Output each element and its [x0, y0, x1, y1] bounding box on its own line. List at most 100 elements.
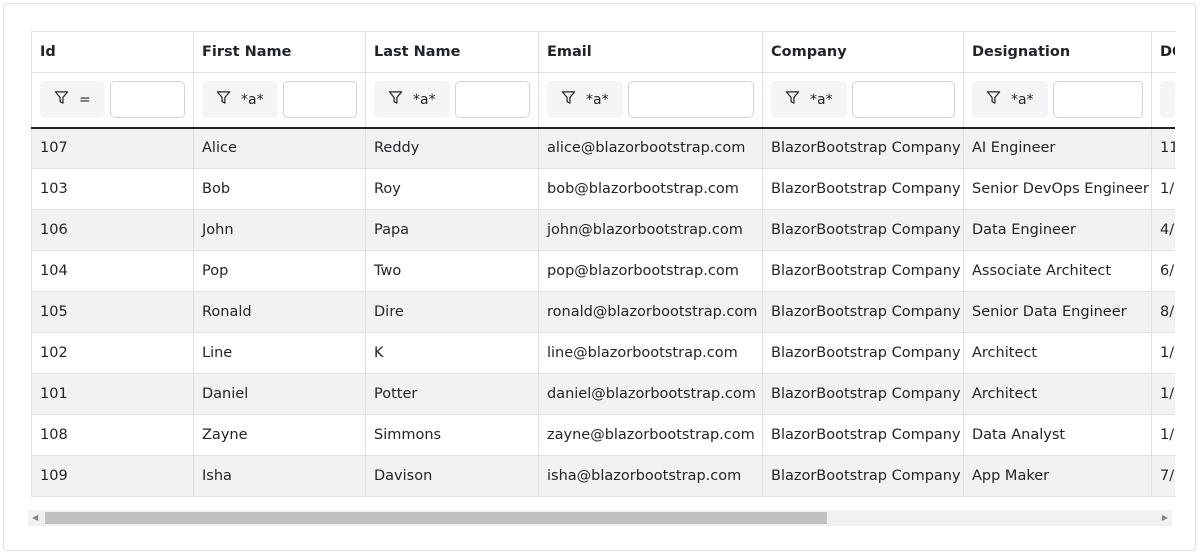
filter-cell	[1151, 72, 1175, 129]
table-cell: 108	[31, 414, 194, 456]
filter-cell: *a*	[963, 72, 1152, 129]
table-cell: AI Engineer	[963, 127, 1152, 169]
filter-operator-button[interactable]	[1160, 81, 1175, 119]
filter-operator-label: =	[79, 91, 91, 108]
filter-input[interactable]	[851, 81, 955, 119]
table-cell: BlazorBootstrap Company	[762, 209, 964, 251]
table-cell: Pop	[193, 250, 366, 292]
grid-card: Id First Name Last Name Email Company Designa…	[3, 3, 1196, 551]
column-header[interactable]: Last Name	[365, 31, 539, 73]
table-cell: Dire	[365, 291, 539, 333]
filter-cell: =	[31, 72, 194, 129]
table-cell: john@blazorbootstrap.com	[538, 209, 763, 251]
table-cell: Alice	[193, 127, 366, 169]
table-cell: Associate Architect	[963, 250, 1152, 292]
table-cell: 6/	[1151, 250, 1175, 292]
table-cell: Bob	[193, 168, 366, 210]
table-cell: Simmons	[365, 414, 539, 456]
filter-operator-label: *a*	[241, 91, 264, 108]
column-header[interactable]: Email	[538, 31, 763, 73]
table-cell: 102	[31, 332, 194, 374]
table-cell: 101	[31, 373, 194, 415]
filter-icon	[561, 90, 576, 109]
table-cell: Daniel	[193, 373, 366, 415]
table-row[interactable]: 107 Alice Reddy alice@blazorbootstrap.com Bl…	[31, 127, 1175, 169]
table-cell: App Maker	[963, 455, 1152, 497]
table-cell: Architect	[963, 332, 1152, 374]
filter-operator-button[interactable]: *a*	[771, 81, 847, 119]
table-cell: Isha	[193, 455, 366, 497]
table-cell: line@blazorbootstrap.com	[538, 332, 763, 374]
table-cell: Data Engineer	[963, 209, 1152, 251]
table-cell: ronald@blazorbootstrap.com	[538, 291, 763, 333]
table-cell: alice@blazorbootstrap.com	[538, 127, 763, 169]
filter-cell: *a*	[193, 72, 366, 129]
table-row[interactable]: 105 Ronald Dire ronald@blazorbootstrap.com B…	[31, 291, 1175, 333]
table-cell: BlazorBootstrap Company	[762, 127, 964, 169]
filter-icon	[216, 90, 231, 109]
filter-operator-button[interactable]: *a*	[374, 81, 450, 119]
table-cell: 1/	[1151, 373, 1175, 415]
table-cell: 106	[31, 209, 194, 251]
filter-input[interactable]	[627, 81, 754, 119]
filter-icon	[54, 90, 69, 109]
filter-input[interactable]	[109, 81, 185, 119]
table-cell: 7/	[1151, 455, 1175, 497]
table-cell: 105	[31, 291, 194, 333]
table-cell: BlazorBootstrap Company	[762, 332, 964, 374]
table-row[interactable]: 108 Zayne Simmons zayne@blazorbootstrap.com…	[31, 414, 1175, 456]
table-cell: John	[193, 209, 366, 251]
table-row[interactable]: 103 Bob Roy bob@blazorbootstrap.com BlazorBo…	[31, 168, 1175, 210]
table-cell: BlazorBootstrap Company	[762, 373, 964, 415]
table-cell: Line	[193, 332, 366, 374]
filter-operator-button[interactable]: *a*	[547, 81, 623, 119]
table-cell: BlazorBootstrap Company	[762, 291, 964, 333]
filter-operator-label: *a*	[413, 91, 436, 108]
filter-operator-label: *a*	[1011, 91, 1034, 108]
table-row[interactable]: 109 Isha Davison isha@blazorbootstrap.com Bl…	[31, 455, 1175, 497]
table-row[interactable]: 101 Daniel Potter daniel@blazorbootstrap.co…	[31, 373, 1175, 415]
table-cell: 1/	[1151, 332, 1175, 374]
table-cell: 103	[31, 168, 194, 210]
scroll-left-arrow-icon[interactable]: ◀	[32, 510, 38, 526]
table-cell: Reddy	[365, 127, 539, 169]
filter-input[interactable]	[1052, 81, 1143, 119]
filter-input[interactable]	[282, 81, 357, 119]
table-cell: 104	[31, 250, 194, 292]
table-cell: Davison	[365, 455, 539, 497]
column-header[interactable]: DO	[1151, 31, 1175, 73]
filter-operator-button[interactable]: *a*	[202, 81, 278, 119]
table-cell: 1/	[1151, 414, 1175, 456]
column-header[interactable]: Id	[31, 31, 194, 73]
table-cell: BlazorBootstrap Company	[762, 414, 964, 456]
table-cell: 4/	[1151, 209, 1175, 251]
table-row[interactable]: 104 Pop Two pop@blazorbootstrap.com BlazorBo…	[31, 250, 1175, 292]
table-cell: bob@blazorbootstrap.com	[538, 168, 763, 210]
table-cell: 11	[1151, 127, 1175, 169]
scroll-right-arrow-icon[interactable]: ▶	[1162, 510, 1168, 526]
scrollbar-thumb[interactable]	[45, 512, 827, 524]
table-cell: Senior Data Engineer	[963, 291, 1152, 333]
table-row[interactable]: 106 John Papa john@blazorbootstrap.com Blazo…	[31, 209, 1175, 251]
filter-icon	[986, 90, 1001, 109]
table-cell: daniel@blazorbootstrap.com	[538, 373, 763, 415]
filter-icon	[1174, 90, 1175, 109]
filter-cell: *a*	[365, 72, 539, 129]
filter-operator-button[interactable]: =	[40, 81, 105, 119]
horizontal-scrollbar[interactable]: ◀ ▶	[28, 510, 1172, 526]
table-cell: Senior DevOps Engineer	[963, 168, 1152, 210]
filter-cell: *a*	[762, 72, 964, 129]
table-cell: Data Analyst	[963, 414, 1152, 456]
table-cell: 107	[31, 127, 194, 169]
column-header[interactable]: Designation	[963, 31, 1152, 73]
table-cell: Two	[365, 250, 539, 292]
table-row[interactable]: 102 Line Kline@blazorbootstrap.com BlazorBo…	[31, 332, 1175, 374]
filter-operator-button[interactable]: *a*	[972, 81, 1048, 119]
column-header[interactable]: First Name	[193, 31, 366, 73]
filter-operator-label: *a*	[586, 91, 609, 108]
filter-input[interactable]	[454, 81, 530, 119]
column-header[interactable]: Company	[762, 31, 964, 73]
table-cell: Roy	[365, 168, 539, 210]
table-cell: BlazorBootstrap Company	[762, 455, 964, 497]
table-cell: 8/	[1151, 291, 1175, 333]
